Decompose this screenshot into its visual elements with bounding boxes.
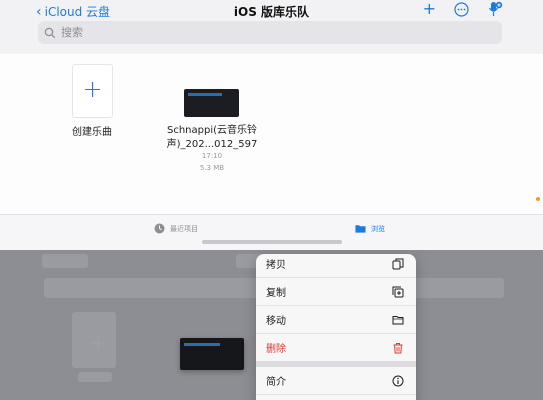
tab-browse-label: 浏览	[371, 224, 385, 233]
file-thumbnail[interactable]	[184, 89, 239, 117]
file-browser-top: ‹ iCloud 云盘 iOS 版库乐队 + 搜索 + 创建乐曲 Schnapp…	[0, 0, 543, 250]
dimmed-back-label	[42, 254, 88, 268]
dimmed-label	[78, 372, 112, 382]
file-grid: + 创建乐曲 Schnappi(云音乐铃 声)_202...012_597 17…	[0, 54, 543, 214]
navigation-bar: ‹ iCloud 云盘 iOS 版库乐队 +	[0, 0, 543, 20]
tab-recent[interactable]: 最近项目	[154, 223, 198, 234]
menu-item-move[interactable]: 移动	[256, 306, 416, 334]
tab-recent-label: 最近项目	[170, 224, 198, 233]
add-icon[interactable]: +	[423, 1, 436, 17]
duplicate-icon	[392, 286, 404, 297]
create-song-card[interactable]: +	[72, 64, 113, 118]
clock-icon	[154, 223, 165, 234]
search-bar[interactable]	[38, 21, 502, 44]
context-menu: 拷贝 复制 移动 删除 简介	[256, 254, 416, 400]
menu-item-label: 删除	[266, 344, 286, 355]
tab-bar: 最近项目 浏览	[0, 214, 543, 250]
plus-icon: +	[82, 75, 103, 103]
menu-item-label: 拷贝	[266, 260, 286, 271]
file-name-line2: 声)_202...012_597	[166, 139, 258, 150]
home-indicator	[202, 240, 342, 244]
menu-item-delete[interactable]: 删除	[256, 334, 416, 367]
menu-item-label: 复制	[266, 288, 286, 299]
dragged-file-thumbnail[interactable]	[180, 338, 244, 370]
more-icon[interactable]	[454, 1, 469, 17]
menu-item-label: 简介	[266, 377, 286, 388]
menu-item-label: 移动	[266, 316, 286, 327]
file-time: 17:10	[201, 152, 223, 160]
menu-item-duplicate[interactable]: 复制	[256, 278, 416, 306]
search-icon	[44, 27, 56, 38]
copy-icon	[392, 258, 404, 269]
menu-item-info[interactable]: 简介	[256, 367, 416, 395]
folder-icon	[355, 225, 366, 233]
search-input[interactable]	[61, 26, 461, 39]
nav-actions: +	[423, 1, 503, 17]
dimmed-plus-icon: +	[90, 330, 107, 354]
file-name: Schnappi(云音乐铃 声)_202...012_597	[160, 124, 264, 152]
menu-item-copy[interactable]: 拷贝	[256, 254, 416, 278]
file-size: 5.3 MB	[199, 164, 225, 172]
dimmed-overlay: + 拷贝 复制 移动 删除 简介	[0, 250, 543, 400]
tab-browse[interactable]: 浏览	[355, 223, 385, 234]
file-name-line1: Schnappi(云音乐铃	[166, 125, 258, 136]
info-icon	[392, 375, 404, 386]
status-dot	[536, 197, 540, 201]
microphone-add-icon[interactable]	[487, 1, 503, 17]
folder-icon	[392, 315, 404, 324]
trash-icon	[393, 342, 403, 353]
create-song-label: 创建乐曲	[72, 127, 112, 138]
